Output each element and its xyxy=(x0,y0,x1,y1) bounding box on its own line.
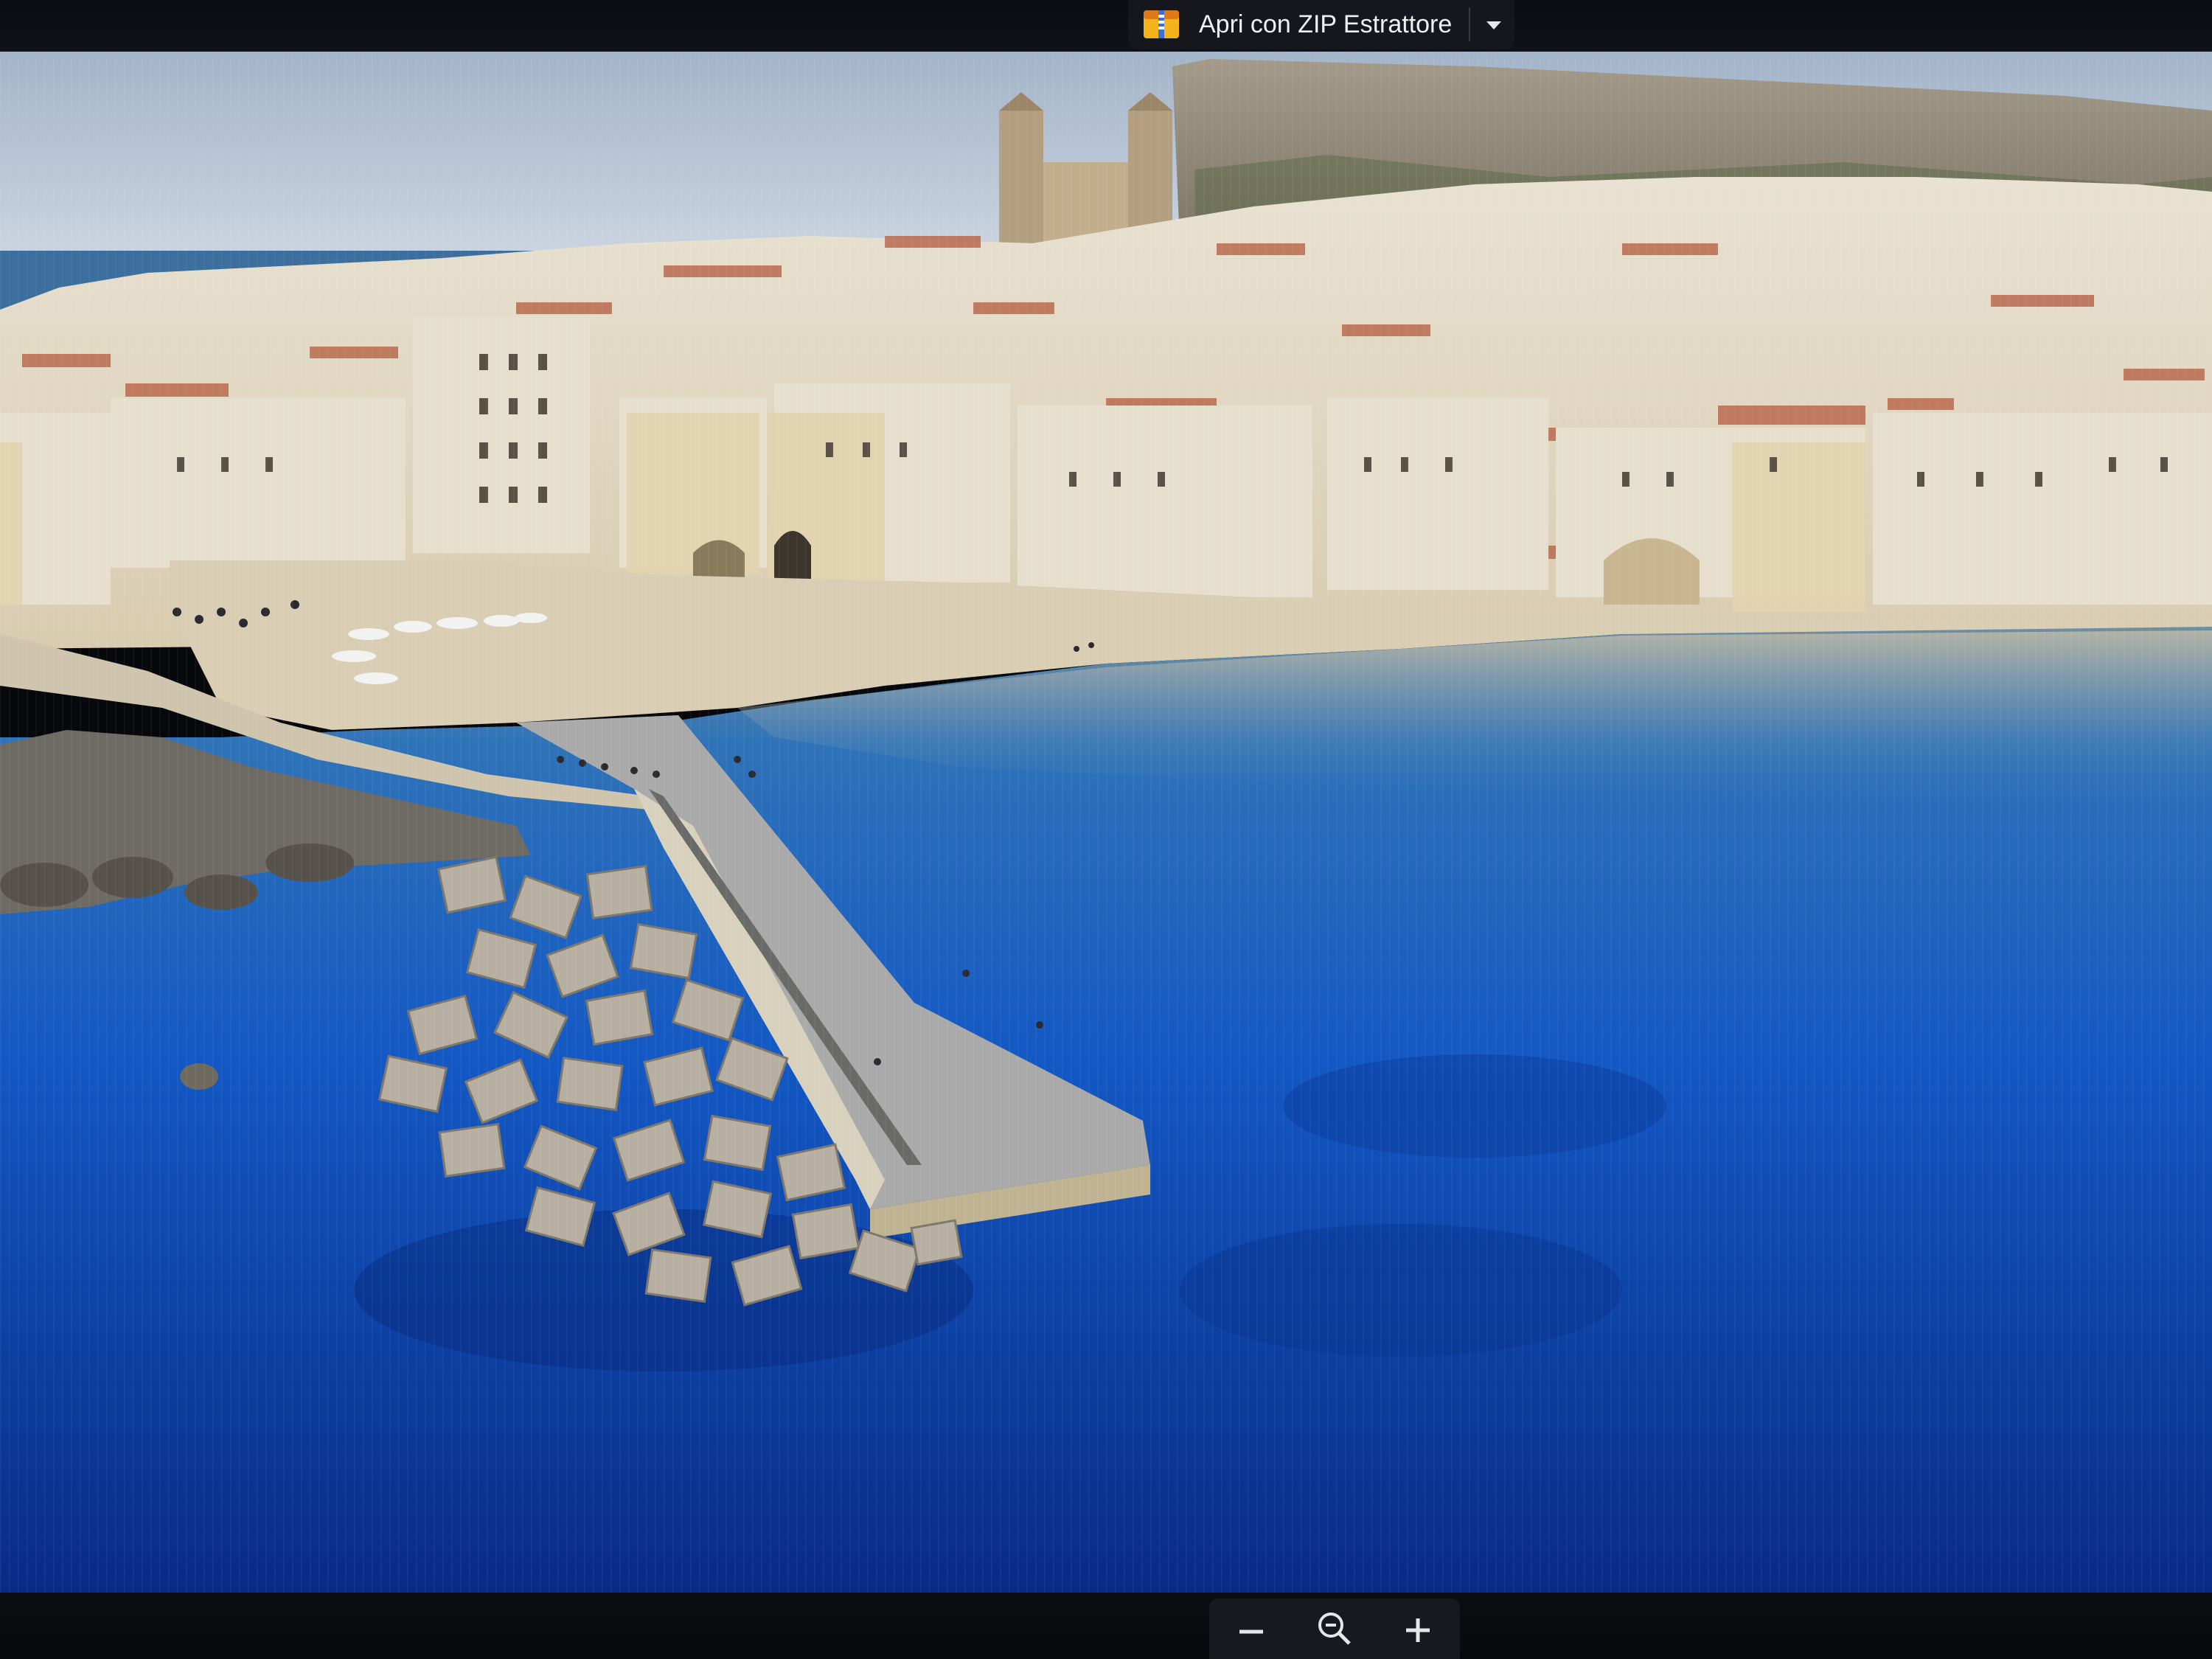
plus-icon xyxy=(1406,1618,1430,1642)
image-viewer-window: Apri con ZIP Estrattore xyxy=(0,0,2212,1659)
zoom-magnifier-icon xyxy=(1318,1613,1351,1645)
zoom-in-button[interactable] xyxy=(1388,1603,1447,1655)
coastal-town-photo xyxy=(0,29,2212,1600)
zoom-reset-button[interactable] xyxy=(1305,1603,1364,1655)
zip-archive-icon xyxy=(1138,7,1184,41)
minus-icon xyxy=(1239,1630,1263,1634)
bottom-toolbar xyxy=(0,1593,2212,1659)
top-toolbar xyxy=(0,0,2212,52)
zoom-controls xyxy=(1209,1599,1460,1659)
open-with-label: Apri con ZIP Estrattore xyxy=(1199,10,1453,38)
chevron-down-icon[interactable] xyxy=(1481,12,1507,38)
zoom-out-button[interactable] xyxy=(1222,1603,1281,1655)
toolbar-divider xyxy=(1469,7,1470,41)
open-with-button[interactable]: Apri con ZIP Estrattore xyxy=(1128,0,1514,49)
